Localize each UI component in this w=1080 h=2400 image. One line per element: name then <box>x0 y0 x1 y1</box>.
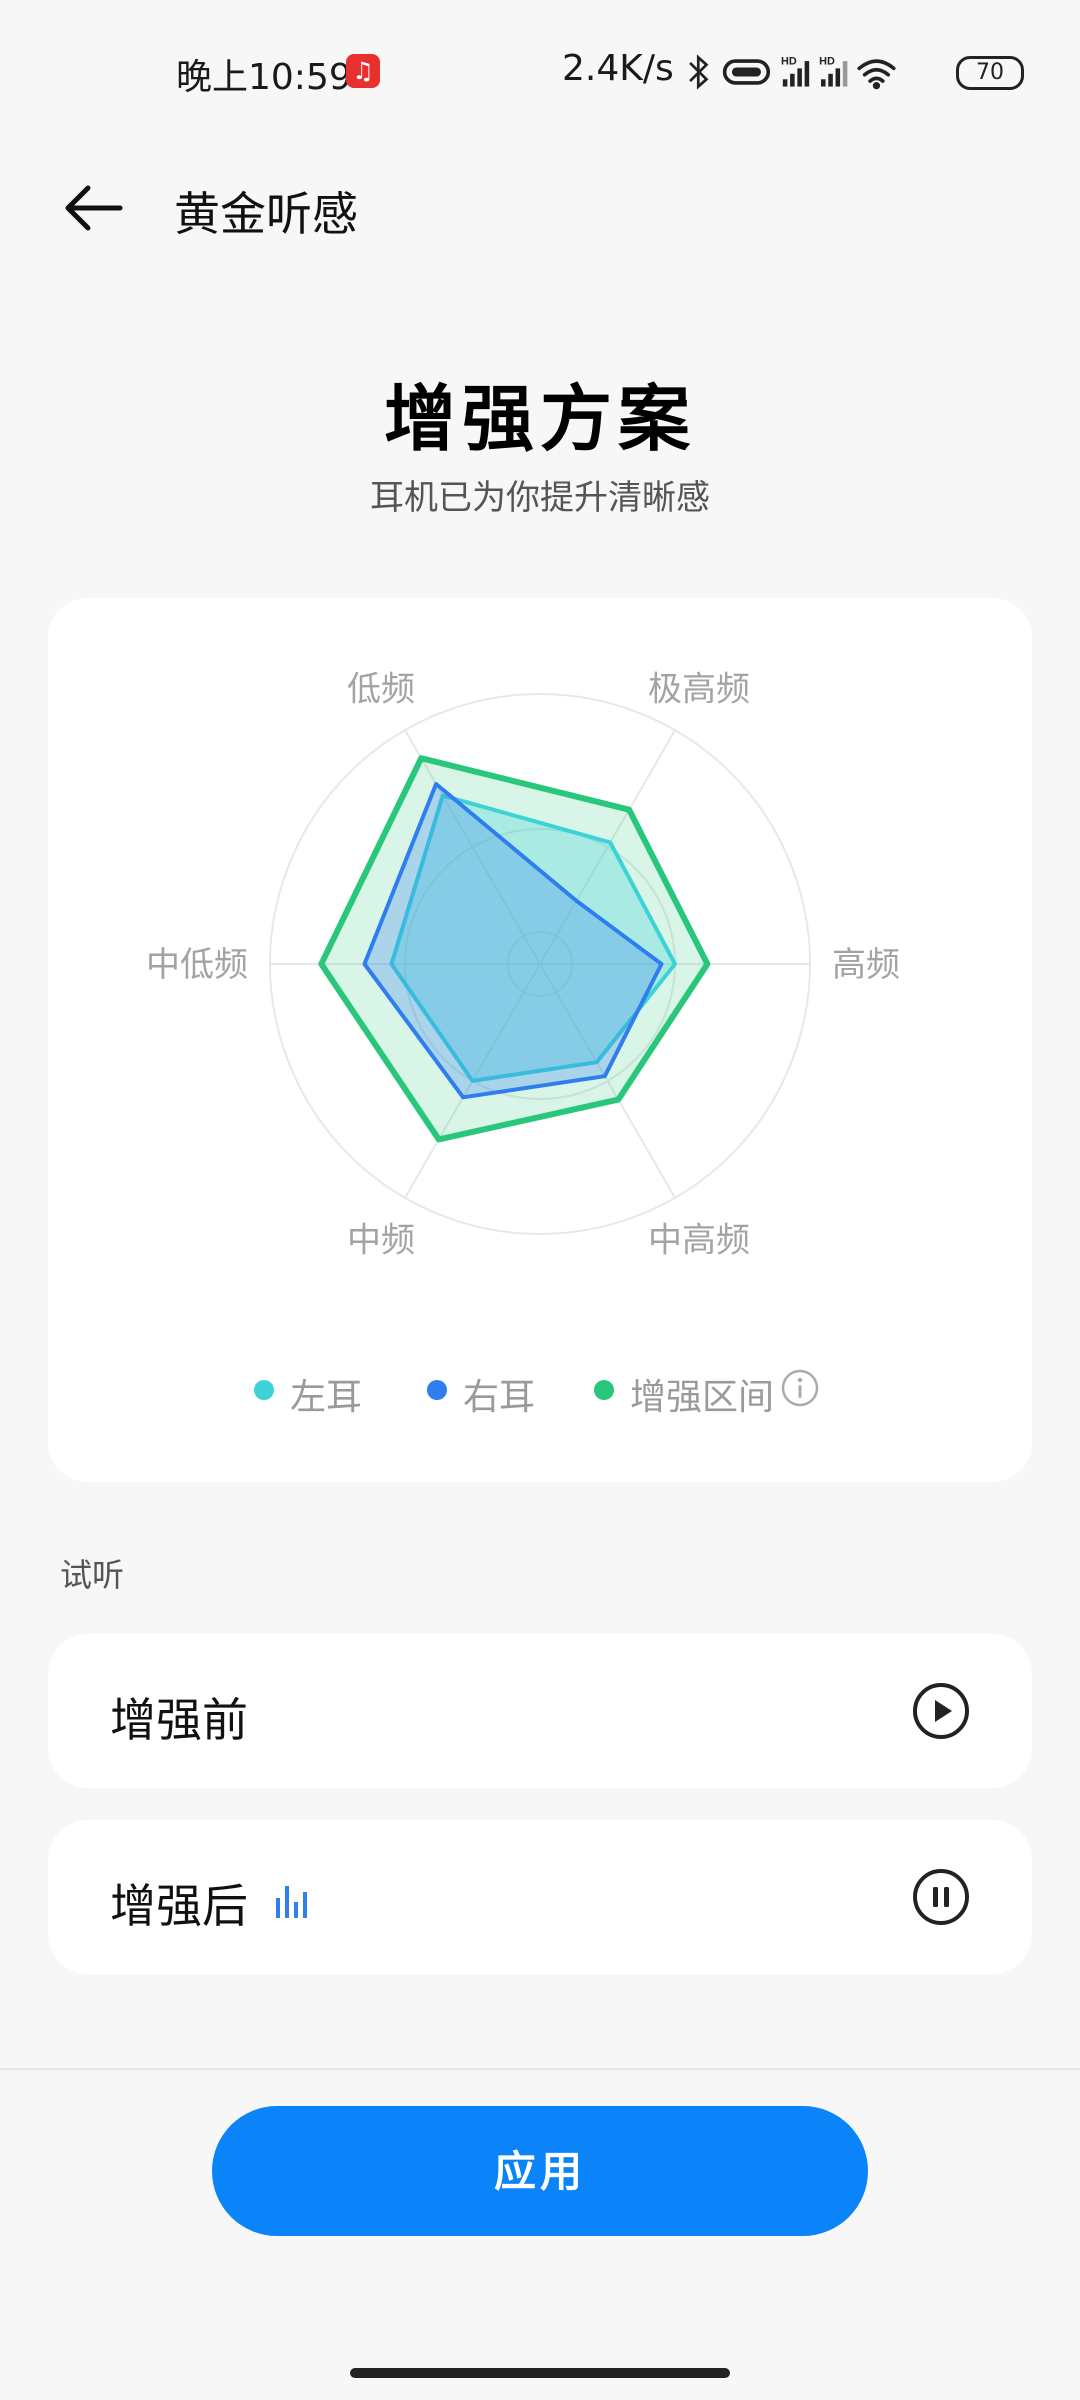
hero-title: 增强方案 <box>383 377 696 461</box>
radar-chart: 低频 极高频高频中高频 中频 中低频 <box>146 670 900 1261</box>
svg-text:HD: HD <box>819 56 835 68</box>
hero-subtitle: 耳机已为你提升清晰感 <box>370 478 710 518</box>
listen-before-row[interactable]: 增强前 <box>48 1634 1032 1788</box>
radar-axis-label: 中高频 <box>648 1220 750 1260</box>
listen-after-row[interactable]: 增强后 <box>48 1820 1032 1974</box>
radar-axis-label: 中频 <box>347 1220 415 1260</box>
play-icon[interactable] <box>912 1682 970 1740</box>
legend-dot-left-ear <box>254 1380 274 1400</box>
radar-axis-label: 低频 <box>347 670 415 710</box>
earbuds-icon <box>722 59 771 85</box>
svg-text:HD: HD <box>781 56 797 68</box>
radar-axis-label: 高频 <box>832 945 900 985</box>
legend-dot-enhanced-range <box>594 1380 614 1400</box>
hd-signal-icon: HD <box>781 56 810 87</box>
listen-after-label: 增强后 <box>110 1879 248 1933</box>
section-label-listen: 试听 <box>60 1556 125 1594</box>
battery-indicator: 70 <box>956 56 1024 90</box>
wifi-icon <box>857 59 896 90</box>
arrow-left-icon <box>65 185 123 231</box>
page-title: 黄金听感 <box>174 187 358 241</box>
status-time: 晚上10:59 <box>176 57 352 98</box>
radar-axis-label: 极高频 <box>648 670 750 710</box>
listen-before-label: 增强前 <box>110 1693 248 1747</box>
back-button[interactable] <box>58 176 138 240</box>
legend-label-enhanced-range: 增强区间 <box>630 1377 775 1418</box>
equalizer-bars-icon <box>276 1886 307 1918</box>
status-icons: HD HD <box>689 54 896 90</box>
radar-chart-card: 低频 极高频高频中高频 中频 中低频 <box>48 598 1032 1482</box>
legend-dot-right-ear <box>427 1380 447 1400</box>
legend-label-left-ear: 左耳 <box>290 1377 363 1418</box>
bottom-divider <box>0 2068 1080 2070</box>
info-icon[interactable] <box>780 1368 820 1408</box>
network-speed: 2.4K/s <box>562 48 674 89</box>
legend-label-right-ear: 右耳 <box>463 1377 536 1418</box>
hd-signal-icon: HD <box>819 56 848 87</box>
home-indicator[interactable] <box>350 2368 730 2378</box>
pause-icon[interactable] <box>912 1868 970 1926</box>
bluetooth-icon <box>689 54 709 90</box>
netease-music-icon: ♫ <box>346 54 380 88</box>
radar-axis-label: 中低频 <box>146 945 248 985</box>
apply-button[interactable]: 应用 <box>212 2106 868 2236</box>
